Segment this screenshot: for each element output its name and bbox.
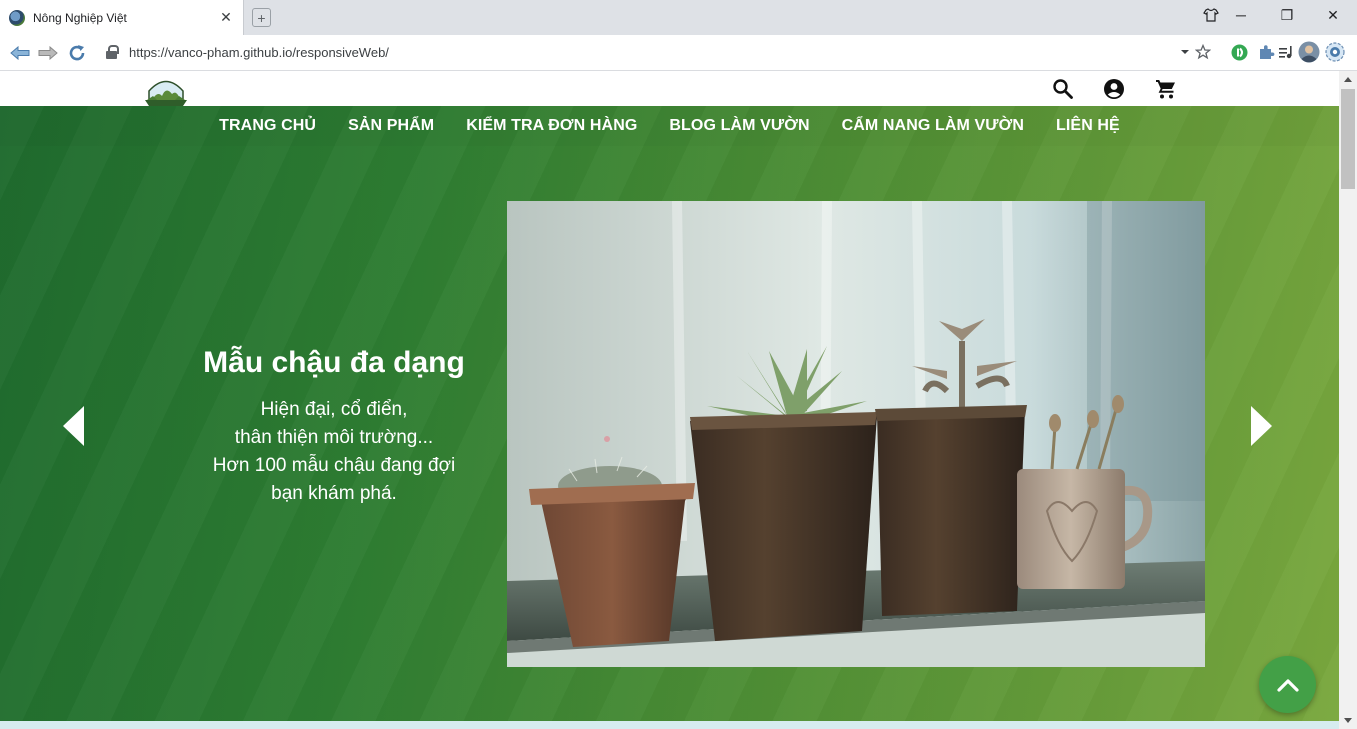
site-favicon-icon bbox=[9, 9, 25, 26]
site-header bbox=[0, 71, 1339, 106]
close-window-button[interactable]: ✕ bbox=[1314, 0, 1352, 30]
media-control-icon[interactable] bbox=[1278, 43, 1296, 61]
menu-item-home[interactable]: TRANG CHỦ bbox=[203, 117, 332, 135]
settings-globe-icon[interactable] bbox=[1325, 42, 1345, 62]
slide-desc-line: Hơn 100 mẫu chậu đang đợi bbox=[212, 455, 456, 476]
tab-title: Nông Nghiệp Việt bbox=[33, 10, 127, 25]
new-tab-button[interactable]: + bbox=[252, 8, 271, 27]
search-icon[interactable] bbox=[1052, 78, 1074, 100]
slide-desc-line: Hiện đại, cổ điển, bbox=[260, 399, 408, 420]
restore-button[interactable]: ❐ bbox=[1268, 0, 1306, 30]
browser-tab-bar: Nông Nghiệp Việt ✕ + ─ ❐ ✕ bbox=[0, 0, 1357, 35]
slide-desc-line: bạn khám phá. bbox=[271, 483, 397, 504]
address-input[interactable]: https://vanco-pham.github.io/responsiveW… bbox=[129, 45, 389, 60]
extensions-puzzle-icon[interactable] bbox=[1257, 43, 1275, 61]
profile-avatar[interactable] bbox=[1298, 41, 1320, 63]
slide-desc-line: thân thiện môi trường... bbox=[234, 427, 434, 448]
cart-icon[interactable] bbox=[1155, 78, 1177, 100]
chevron-up-icon bbox=[1276, 678, 1299, 692]
menu-item-products[interactable]: SẢN PHẨM bbox=[332, 117, 450, 135]
reload-button[interactable] bbox=[66, 42, 88, 64]
back-to-top-button[interactable] bbox=[1259, 656, 1316, 713]
menu-item-handbook[interactable]: CẨM NANG LÀM VƯỜN bbox=[826, 117, 1040, 135]
tab-close-icon[interactable]: ✕ bbox=[217, 9, 235, 27]
scroll-up-icon[interactable] bbox=[1344, 77, 1352, 82]
hero-slider: TRANG CHỦ SẢN PHẨM KIỂM TRA ĐƠN HÀNG BLO… bbox=[0, 106, 1339, 721]
slide-title: Mẫu chậu đa dạng bbox=[203, 346, 465, 379]
main-menu: TRANG CHỦ SẢN PHẨM KIỂM TRA ĐƠN HÀNG BLO… bbox=[0, 106, 1339, 146]
menu-item-order-check[interactable]: KIỂM TRA ĐƠN HÀNG bbox=[450, 117, 653, 135]
next-slide-arrow-icon[interactable] bbox=[1250, 406, 1272, 446]
minimize-button[interactable]: ─ bbox=[1222, 0, 1260, 30]
extension-green-icon[interactable] bbox=[1230, 43, 1248, 61]
page-scrollbar[interactable] bbox=[1339, 71, 1357, 729]
prev-slide-arrow-icon[interactable] bbox=[63, 406, 85, 446]
bookmark-star-icon[interactable] bbox=[1194, 43, 1212, 61]
browser-tab[interactable]: Nông Nghiệp Việt ✕ bbox=[0, 0, 244, 35]
lock-icon[interactable] bbox=[106, 45, 119, 59]
back-button[interactable] bbox=[9, 42, 31, 64]
scroll-down-icon[interactable] bbox=[1344, 718, 1352, 723]
menu-item-blog[interactable]: BLOG LÀM VƯỜN bbox=[653, 117, 825, 135]
slide-description: Hiện đại, cổ điển, thân thiện môi trường… bbox=[184, 396, 484, 508]
dropdown-icon[interactable] bbox=[1176, 43, 1194, 61]
page-bottom-strip bbox=[0, 721, 1339, 729]
site-logo[interactable] bbox=[145, 74, 187, 106]
menu-item-contact[interactable]: LIÊN HỆ bbox=[1040, 117, 1136, 135]
web-page: TRANG CHỦ SẢN PHẨM KIỂM TRA ĐƠN HÀNG BLO… bbox=[0, 71, 1339, 729]
scroll-thumb[interactable] bbox=[1341, 89, 1355, 189]
slide-caption: Mẫu chậu đa dạng Hiện đại, cổ điển, thân… bbox=[184, 346, 484, 508]
forward-button[interactable] bbox=[37, 42, 59, 64]
slide-image-succulent-pots bbox=[507, 201, 1205, 667]
account-icon[interactable] bbox=[1103, 78, 1125, 100]
